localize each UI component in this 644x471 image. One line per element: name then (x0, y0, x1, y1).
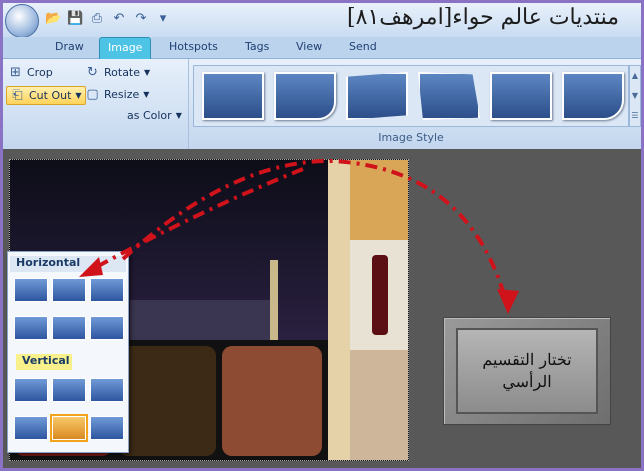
cutout-button[interactable]: ⎗ Cut Out ▼ (6, 86, 86, 105)
customize-icon[interactable]: ▾ (155, 11, 171, 27)
style-preset-4[interactable] (418, 72, 480, 120)
redo-icon[interactable]: ↷ (133, 11, 149, 27)
style-preset-2[interactable] (274, 72, 336, 120)
print-icon[interactable]: ⎙ (89, 11, 105, 27)
cutout-v-2[interactable] (52, 378, 86, 402)
chevron-down-icon: ▼ (143, 90, 150, 99)
arrowhead-callout (497, 289, 519, 314)
resize-icon: ▢ (86, 87, 99, 102)
tab-view[interactable]: View (296, 40, 322, 53)
cutout-dropdown: Horizontal Vertical (7, 251, 129, 453)
tab-hotspots[interactable]: Hotspots (169, 40, 218, 53)
window-title: منتديات عالم حواء[امرهف٨١] (347, 5, 619, 30)
style-preset-3[interactable] (346, 72, 408, 120)
resize-label: Resize (104, 88, 140, 101)
rotate-button[interactable]: ↻ Rotate ▼ (85, 65, 150, 80)
callout-box: تختار التقسيم الرأسي (443, 317, 611, 425)
tab-send[interactable]: Send (349, 40, 377, 53)
cutout-v-1[interactable] (14, 378, 48, 402)
ribbon-tabs: Draw Image Hotspots Tags View Send (3, 37, 641, 59)
style-preset-6[interactable] (562, 72, 624, 120)
cutout-h-2[interactable] (52, 278, 86, 302)
cutout-label: Cut Out (29, 89, 72, 102)
cutout-h-6[interactable] (90, 316, 124, 340)
chevron-down-icon: ▼ (75, 91, 82, 100)
cutout-v-6[interactable] (90, 416, 124, 440)
crop-label: Crop (27, 66, 53, 79)
cutout-v-4[interactable] (14, 416, 48, 440)
callout-text: تختار التقسيم الرأسي (482, 350, 572, 391)
folder-open-icon[interactable]: 📂 (45, 11, 61, 27)
chevron-down-icon: ▼ (175, 111, 182, 120)
image-style-group-label: Image Style (378, 131, 444, 144)
app-window: 📂 💾 ⎙ ↶ ↷ ▾ منتديات عالم حواء[امرهف٨١] D… (0, 0, 644, 471)
app-menu-button[interactable] (5, 4, 39, 38)
cutout-v-3[interactable] (90, 378, 124, 402)
image-style-gallery (193, 65, 629, 127)
undo-icon[interactable]: ↶ (111, 11, 127, 27)
save-icon[interactable]: 💾 (67, 11, 83, 27)
quick-access-toolbar: 📂 💾 ⎙ ↶ ↷ ▾ (45, 11, 171, 27)
horizontal-header: Horizontal (10, 256, 126, 272)
cutout-h-5[interactable] (52, 316, 86, 340)
rotate-icon: ↻ (87, 65, 98, 80)
style-preset-5[interactable] (490, 72, 552, 120)
style-preset-1[interactable] (202, 72, 264, 120)
cutout-v-5-selected[interactable] (50, 414, 88, 442)
canvas-color-button[interactable]: as Color ▼ (127, 109, 182, 122)
title-bar: 📂 💾 ⎙ ↶ ↷ ▾ منتديات عالم حواء[امرهف٨١] (3, 3, 641, 38)
cutout-icon: ⎗ (12, 88, 23, 103)
tab-image[interactable]: Image (99, 37, 152, 59)
cutout-h-3[interactable] (90, 278, 124, 302)
rotate-label: Rotate (104, 66, 141, 79)
gallery-scroll[interactable]: ▲ ▼ ☰ (629, 65, 641, 127)
cutout-h-1[interactable] (14, 278, 48, 302)
crop-button[interactable]: ⊞ Crop (8, 65, 53, 80)
callout-inner: تختار التقسيم الرأسي (456, 328, 598, 414)
vertical-header: Vertical (16, 354, 72, 370)
tab-draw[interactable]: Draw (55, 40, 84, 53)
crop-icon: ⊞ (10, 65, 21, 80)
resize-button[interactable]: ▢ Resize ▼ (85, 87, 149, 102)
cutout-h-4[interactable] (14, 316, 48, 340)
canvas-color-label: as Color (127, 109, 172, 122)
chevron-down-icon: ▼ (144, 68, 151, 77)
ribbon: ⊞ Crop ↻ Rotate ▼ ⎗ Cut Out ▼ ▢ Resize ▼… (3, 59, 641, 149)
tab-tags[interactable]: Tags (245, 40, 269, 53)
